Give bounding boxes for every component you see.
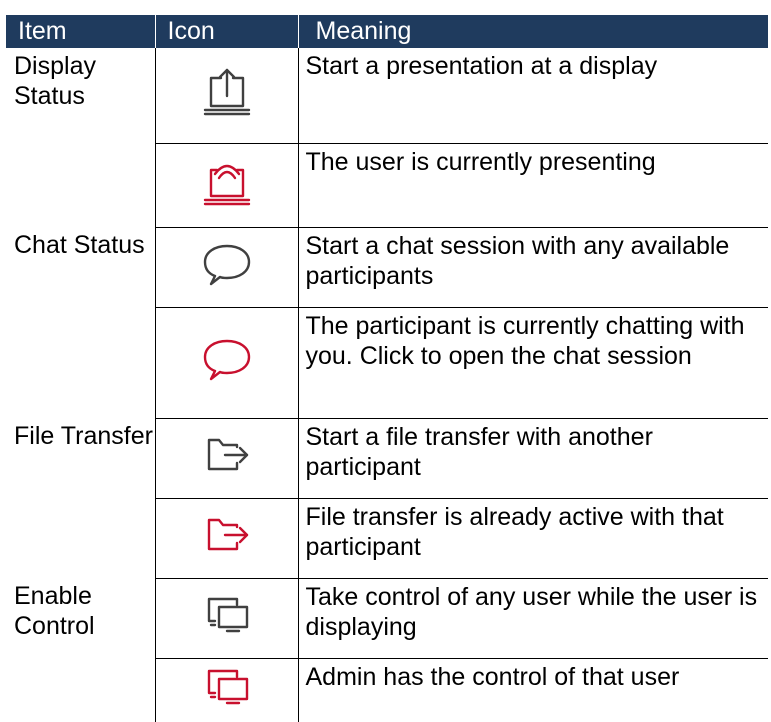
meaning-file-start: Start a file transfer with another parti… (298, 418, 768, 499)
presenting-icon (197, 156, 257, 208)
table-row: File Transfer Start a file transfer with… (6, 418, 768, 499)
dual-monitor-icon (197, 589, 257, 641)
item-file-transfer: File Transfer (14, 422, 153, 450)
share-screen-icon (197, 66, 257, 118)
table-header: Item Icon Meaning (6, 15, 768, 48)
item-chat-status: Chat Status (14, 231, 145, 259)
dual-monitor-icon (197, 661, 257, 713)
header-meaning: Meaning (298, 15, 768, 48)
meaning-display-active: The user is currently presenting (298, 143, 768, 228)
item-enable-control: Enable Control (14, 582, 95, 640)
meaning-display-start: Start a presentation at a display (298, 48, 768, 144)
chat-bubble-icon (197, 238, 257, 290)
meaning-chat-active: The participant is currently chatting wi… (298, 307, 768, 419)
table-row: Chat Status Start a chat session with an… (6, 227, 768, 308)
folder-arrow-icon (197, 509, 257, 561)
chat-bubble-icon (197, 333, 257, 385)
item-display-status: Display Status (14, 52, 96, 110)
header-icon: Icon (155, 15, 299, 48)
table-row: Enable Control Take control of any user … (6, 578, 768, 659)
icon-legend-table: Item Icon Meaning Display Status Start a… (6, 15, 768, 722)
meaning-file-active: File transfer is already active with tha… (298, 498, 768, 579)
header-item: Item (6, 15, 156, 48)
meaning-control-active: Admin has the control of that user (305, 662, 680, 691)
folder-arrow-icon (197, 429, 257, 481)
meaning-chat-start: Start a chat session with any available … (298, 227, 768, 308)
meaning-control-start: Take control of any user while the user … (298, 578, 768, 659)
table-row: Display Status Start a presentation at a… (6, 48, 768, 144)
